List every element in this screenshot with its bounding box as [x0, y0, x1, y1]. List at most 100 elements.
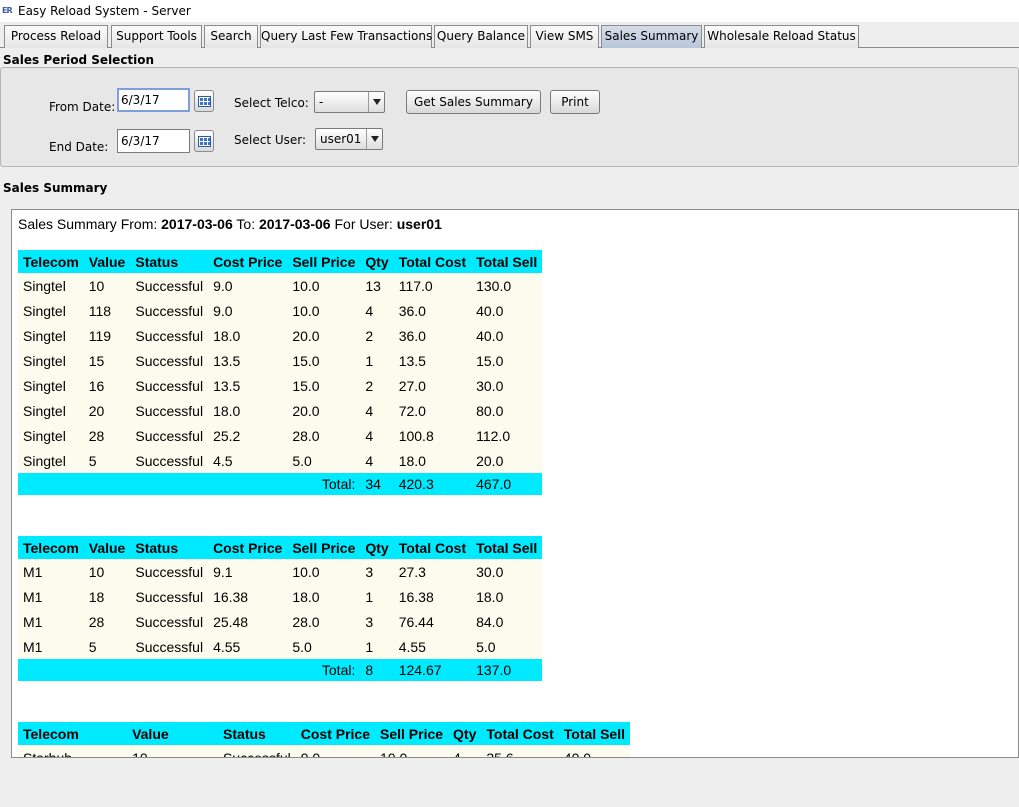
- col-sell-price: Sell Price: [287, 250, 361, 273]
- table-row: Singtel 119 Successful 18.0 20.0 2 36.0 40.0: [18, 323, 543, 348]
- user-select[interactable]: user01: [315, 128, 383, 150]
- cell-status: Successful: [130, 559, 209, 584]
- cell-telecom: Singtel: [18, 448, 84, 473]
- cell-value: 28: [83, 423, 131, 448]
- col-total-cost: Total Cost: [481, 722, 559, 745]
- col-total-cost: Total Cost: [393, 536, 472, 559]
- cell-total-sell: 40.0: [471, 298, 543, 323]
- from-date-calendar-button[interactable]: [194, 90, 214, 112]
- cell-total-sell: 20.0: [471, 448, 543, 473]
- cell-sell-price: 10.0: [287, 273, 361, 298]
- cell-qty: 4: [360, 423, 394, 448]
- table-body: Singtel 10 Successful 9.0 10.0 13 117.0 130.0 Si…: [18, 273, 543, 473]
- calendar-icon: [197, 135, 211, 147]
- cell-telecom: Singtel: [18, 298, 84, 323]
- table-header-row: Telecom Value Status Cost Price Sell Pri…: [18, 250, 543, 273]
- cell-qty: 1: [360, 348, 394, 373]
- table-body: Starhub 10 Successful 9.0 10.0 4 35.6 40.0: [18, 745, 630, 757]
- get-sales-summary-button[interactable]: Get Sales Summary: [406, 90, 541, 114]
- cell-sell-price: 28.0: [287, 609, 361, 634]
- cell-value: 10: [83, 559, 131, 584]
- heading-user-prefix: For User:: [330, 216, 397, 232]
- cell-cost-price: 25.48: [208, 609, 288, 634]
- print-button[interactable]: Print: [550, 90, 600, 114]
- cell-telecom: Singtel: [18, 348, 84, 373]
- col-telecom: Telecom: [18, 250, 84, 273]
- tab-search[interactable]: Search: [204, 25, 258, 48]
- cell-telecom: M1: [18, 559, 84, 584]
- dropdown-arrow-icon: [368, 92, 384, 112]
- cell-total-cost: 117.0: [393, 273, 472, 298]
- cell-sell-price: 5.0: [287, 448, 361, 473]
- tab-query-last-few-transactions[interactable]: Query Last Few Transactions: [260, 25, 432, 48]
- table-body: M1 10 Successful 9.1 10.0 3 27.3 30.0 M1 18 Succes…: [18, 559, 543, 659]
- col-status: Status: [218, 722, 296, 745]
- cell-value: 5: [83, 448, 131, 473]
- col-sell-price: Sell Price: [375, 722, 449, 745]
- summary-section-title: Sales Summary: [3, 181, 108, 195]
- tab-view-sms[interactable]: View SMS: [530, 25, 599, 48]
- cell-cost-price: 13.5: [208, 348, 288, 373]
- end-date-field[interactable]: 6/3/17: [117, 129, 190, 153]
- cell-telecom: Singtel: [18, 423, 84, 448]
- tab-process-reload[interactable]: Process Reload: [4, 25, 108, 48]
- cell-status: Successful: [130, 584, 209, 609]
- end-date-label: End Date:: [49, 140, 109, 154]
- end-date-calendar-button[interactable]: [194, 130, 214, 152]
- cell-cost-price: 9.0: [208, 273, 288, 298]
- col-total-sell: Total Sell: [471, 536, 543, 559]
- tab-sales-summary[interactable]: Sales Summary: [601, 25, 702, 48]
- col-cost-price: Cost Price: [295, 722, 375, 745]
- tab-strip: Process Reload Support Tools Search Quer…: [0, 22, 1019, 48]
- cell-total-sell: 5.0: [471, 634, 543, 659]
- cell-sell-price: 18.0: [287, 584, 361, 609]
- cell-total-sell: 18.0: [471, 584, 543, 609]
- cell-cost-price: 18.0: [208, 323, 288, 348]
- telco-select[interactable]: -: [314, 91, 385, 113]
- tab-support-tools[interactable]: Support Tools: [111, 25, 202, 48]
- cell-status: Successful: [130, 448, 209, 473]
- cell-status: Successful: [218, 745, 296, 757]
- cell-status: Successful: [130, 373, 209, 398]
- total-cost: 420.3: [393, 473, 472, 495]
- calendar-icon: [197, 95, 211, 107]
- table-row: M1 18 Successful 16.38 18.0 1 16.38 18.0: [18, 584, 543, 609]
- cell-status: Successful: [130, 609, 209, 634]
- total-cost: 124.67: [393, 659, 472, 681]
- cell-sell-price: 28.0: [287, 423, 361, 448]
- heading-from-date: 2017-03-06: [161, 216, 233, 232]
- cell-sell-price: 10.0: [375, 745, 449, 757]
- period-section-title: Sales Period Selection: [3, 53, 155, 67]
- table-row: M1 28 Successful 25.48 28.0 3 76.44 84.0: [18, 609, 543, 634]
- cell-qty: 13: [360, 273, 394, 298]
- table-total-row: Total: 8 124.67 137.0: [18, 659, 543, 681]
- tab-query-balance[interactable]: Query Balance: [434, 25, 528, 48]
- cell-cost-price: 9.1: [208, 559, 288, 584]
- cell-status: Successful: [130, 298, 209, 323]
- cell-total-cost: 27.0: [393, 373, 472, 398]
- total-sell: 137.0: [471, 659, 543, 681]
- cell-value: 10: [127, 745, 219, 757]
- col-value: Value: [83, 536, 131, 559]
- sales-summary-view[interactable]: Sales Summary From: 2017-03-06 To: 2017-…: [11, 209, 1019, 758]
- col-cost-price: Cost Price: [208, 250, 288, 273]
- cell-total-sell: 30.0: [471, 373, 543, 398]
- cell-value: 18: [83, 584, 131, 609]
- from-date-field[interactable]: 6/3/17: [117, 88, 190, 112]
- table-total-row: Total: 34 420.3 467.0: [18, 473, 543, 495]
- total-qty: 34: [360, 473, 394, 495]
- cell-sell-price: 10.0: [287, 298, 361, 323]
- tab-wholesale-reload-status[interactable]: Wholesale Reload Status: [704, 25, 859, 48]
- cell-total-sell: 30.0: [471, 559, 543, 584]
- heading-user: user01: [396, 216, 442, 232]
- cell-sell-price: 15.0: [287, 373, 361, 398]
- table-header-row: Telecom Value Status Cost Price Sell Pri…: [18, 536, 543, 559]
- cell-value: 16: [83, 373, 131, 398]
- col-qty: Qty: [448, 722, 482, 745]
- cell-telecom: M1: [18, 634, 84, 659]
- cell-telecom: Singtel: [18, 323, 84, 348]
- cell-telecom: Singtel: [18, 398, 84, 423]
- dropdown-arrow-icon: [366, 129, 382, 149]
- table-row: Starhub 10 Successful 9.0 10.0 4 35.6 40.0: [18, 745, 630, 757]
- cell-total-sell: 112.0: [471, 423, 543, 448]
